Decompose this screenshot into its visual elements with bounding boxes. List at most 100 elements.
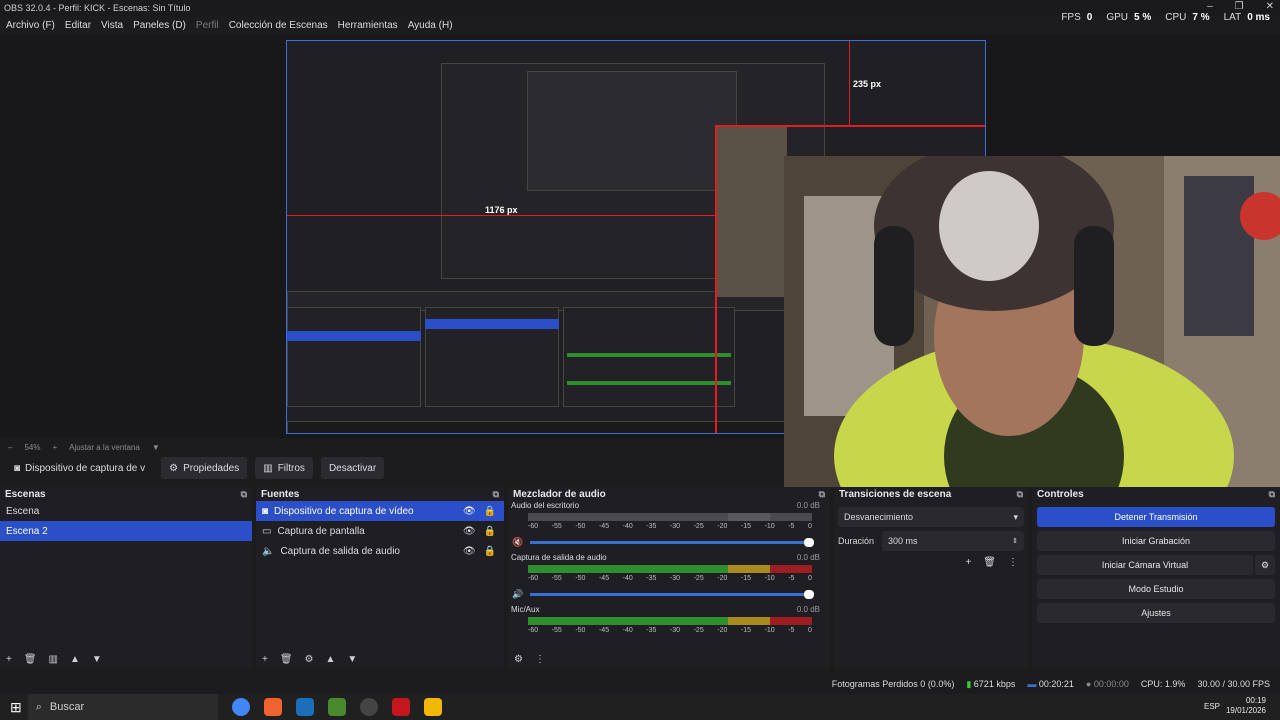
move-up-icon[interactable]: ▲ <box>326 654 336 665</box>
zoom-out-button[interactable]: – <box>8 443 12 452</box>
eye-icon[interactable]: 👁 <box>463 546 476 557</box>
volume-slider[interactable] <box>530 538 814 547</box>
duration-row: Duración 300 ms ⇕ <box>838 531 1024 551</box>
trash-icon[interactable]: 🗑 <box>983 557 996 568</box>
meter-tick-label: -5 <box>788 523 795 530</box>
move-up-icon[interactable]: ▲ <box>70 654 80 665</box>
webcam-feed[interactable] <box>784 156 1280 487</box>
undock-icon[interactable]: ⧉ <box>819 489 825 500</box>
meter-tick-label: -25 <box>693 575 704 582</box>
lock-icon[interactable]: 🔒 <box>484 526 496 537</box>
stop-streaming-button[interactable]: Detener Transmisión <box>1037 507 1275 527</box>
brave-icon[interactable] <box>263 698 282 716</box>
track-db: 0.0 dB <box>796 501 820 510</box>
menu-archivo[interactable]: Archivo (F) <box>6 20 55 31</box>
menu-coleccion[interactable]: Colección de Escenas <box>229 20 328 31</box>
restore-icon[interactable]: ❐ <box>1235 1 1244 12</box>
duration-input[interactable]: 300 ms ⇕ <box>882 531 1024 551</box>
start-virtual-camera-button[interactable]: Iniciar Cámara Virtual <box>1037 555 1253 575</box>
deactivate-button[interactable]: Desactivar <box>320 457 385 479</box>
scene-item-selected[interactable]: Escena 2 <box>0 521 252 541</box>
studio-mode-button[interactable]: Modo Estudio <box>1037 579 1275 599</box>
gear-icon[interactable]: ⚙ <box>1255 555 1275 575</box>
volume-meter <box>528 565 812 573</box>
settings-button[interactable]: Ajustes <box>1037 603 1275 623</box>
meter-tick-label: -55 <box>551 523 562 530</box>
transitions-title: Transiciones de escena <box>839 488 952 500</box>
meter-tick-label: -5 <box>788 575 795 582</box>
trash-icon[interactable]: 🗑 <box>280 654 293 665</box>
fit-to-window[interactable]: Ajustar a la ventana <box>69 443 140 452</box>
scene-item[interactable]: Escena <box>0 501 252 521</box>
menu-herramientas[interactable]: Herramientas <box>338 20 398 31</box>
muted-speaker-icon[interactable]: 🔇 <box>512 537 523 548</box>
eye-icon[interactable]: 👁 <box>463 526 476 537</box>
meter-tick-label: -50 <box>575 627 586 634</box>
windows-start-icon[interactable]: ⊞ <box>10 699 22 716</box>
chrome-icon[interactable] <box>231 698 250 716</box>
taskbar-search[interactable]: ⌕ Buscar <box>27 694 218 720</box>
language-indicator[interactable]: ESP <box>1204 702 1220 711</box>
zoom-level[interactable]: 54% <box>24 443 40 452</box>
add-icon[interactable]: + <box>965 557 971 568</box>
move-down-icon[interactable]: ▼ <box>347 654 357 665</box>
volume-slider[interactable] <box>530 590 814 599</box>
sources-title: Fuentes <box>261 488 300 500</box>
minimize-icon[interactable]: – <box>1207 1 1213 12</box>
menu-paneles[interactable]: Paneles (D) <box>133 20 186 31</box>
controls-dock: Controles ⧉ Detener Transmisión Iniciar G… <box>1032 487 1280 669</box>
properties-button[interactable]: ⚙ Propiedades <box>161 457 248 479</box>
filters-button[interactable]: ▥ Filtros <box>255 457 313 479</box>
nested-scene-selected <box>287 331 421 341</box>
undock-icon[interactable]: ⧉ <box>493 489 499 500</box>
gear-icon[interactable]: ⚙ <box>514 654 523 665</box>
filter-icon[interactable]: ▥ <box>49 654 58 665</box>
spinner-icon[interactable]: ⇕ <box>1012 537 1018 545</box>
source-item-selected[interactable]: ◙ Dispositivo de captura de vídeo 👁 🔒 <box>256 501 504 521</box>
steam-icon[interactable] <box>295 698 314 716</box>
meter-tick-label: 0 <box>807 523 812 530</box>
distance-label-left: 1176 px <box>485 205 518 215</box>
rec-time: ● 00:00:00 <box>1085 679 1129 689</box>
chevron-down-icon[interactable]: ▼ <box>152 443 160 452</box>
speaker-icon[interactable]: 🔊 <box>512 589 523 600</box>
menu-editar[interactable]: Editar <box>65 20 91 31</box>
undock-icon[interactable]: ⧉ <box>1017 489 1023 500</box>
clock[interactable]: 00:19 19/01/2026 <box>1226 696 1266 716</box>
meter-tick-label: -20 <box>717 575 728 582</box>
menu-ayuda[interactable]: Ayuda (H) <box>408 20 453 31</box>
kick-icon[interactable] <box>423 698 442 716</box>
lock-icon[interactable]: 🔒 <box>484 546 496 557</box>
move-down-icon[interactable]: ▼ <box>92 654 102 665</box>
add-icon[interactable]: + <box>6 654 12 665</box>
source-item[interactable]: 🔈 Captura de salida de audio 👁 🔒 <box>256 541 504 561</box>
clock-date: 19/01/2026 <box>1225 706 1266 715</box>
filters-label: Filtros <box>277 462 305 474</box>
nested-source-selected <box>425 319 559 329</box>
more-icon[interactable]: ⋮ <box>535 654 545 665</box>
duration-value: 300 ms <box>888 536 918 546</box>
add-icon[interactable]: + <box>262 654 268 665</box>
menu-vista[interactable]: Vista <box>101 20 123 31</box>
menu-perfil[interactable]: Perfil <box>196 20 219 31</box>
lock-icon[interactable]: 🔒 <box>484 506 496 517</box>
distance-label-top: 235 px <box>853 79 882 89</box>
virtual-camera-row: Iniciar Cámara Virtual ⚙ <box>1032 555 1280 579</box>
game-icon[interactable] <box>327 698 346 716</box>
close-icon[interactable]: ✕ <box>1266 1 1274 12</box>
start-recording-button[interactable]: Iniciar Grabación <box>1037 531 1275 551</box>
obs-icon[interactable] <box>359 698 378 716</box>
eye-icon[interactable]: 👁 <box>463 506 476 517</box>
more-icon[interactable]: ⋮ <box>1008 557 1018 568</box>
source-item[interactable]: ▭ Captura de pantalla 👁 🔒 <box>256 521 504 541</box>
transition-select[interactable]: Desvanecimiento ▾ <box>838 507 1024 527</box>
app-icon[interactable] <box>391 698 410 716</box>
zoom-in-button[interactable]: + <box>52 443 57 452</box>
gear-icon[interactable]: ⚙ <box>305 654 314 665</box>
meter-tick-label: -25 <box>693 627 704 634</box>
mixer-track: Audio del escritorio 0.0 dB -60 -55 -50 -45… <box>508 501 830 553</box>
undock-icon[interactable]: ⧉ <box>241 489 247 500</box>
trash-icon[interactable]: 🗑 <box>24 654 37 665</box>
undock-icon[interactable]: ⧉ <box>1269 489 1275 500</box>
gpu-stat: GPU 5 % <box>1106 12 1152 23</box>
